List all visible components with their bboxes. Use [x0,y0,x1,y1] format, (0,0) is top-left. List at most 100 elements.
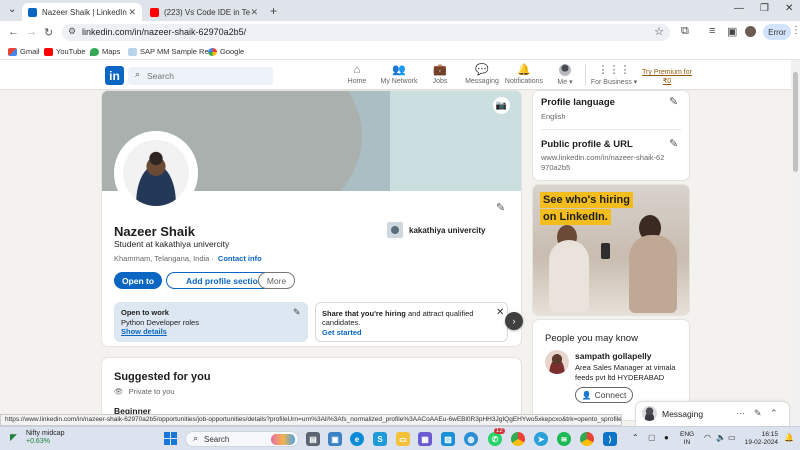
close-window-icon[interactable]: ✕ [785,3,793,14]
linkedin-logo-icon[interactable]: in [105,66,124,85]
nav-label: Home [347,78,367,85]
bookmark-maps[interactable]: Maps [90,47,120,56]
photos-icon[interactable]: ▨ [441,432,455,446]
bookmark-sap[interactable]: SAP MM Sample Re... [128,47,215,56]
scrollbar-thumb[interactable] [793,72,798,172]
ad-banner[interactable]: See who's hiring on LinkedIn. [533,185,689,315]
profile-error-button[interactable]: Error [763,24,791,40]
whatsapp-icon[interactable]: ✆ [488,432,502,446]
bookmark-star-icon[interactable]: ☆ [654,25,664,38]
university-logo-icon [387,222,403,238]
minimize-icon[interactable]: — [734,3,744,14]
bookmarks-bar: Gmail YouTube Maps SAP MM Sample Re... G… [0,44,800,60]
vscode-icon[interactable]: ⟩ [603,432,617,446]
skype-icon[interactable]: S [373,432,387,446]
notification-bell-icon[interactable]: 🔔 [784,433,794,442]
close-tab-icon[interactable]: ✕ [250,7,258,18]
edge-icon[interactable]: e [350,432,364,446]
person-name[interactable]: sampath gollapelly [575,351,652,361]
education-link[interactable]: kakathiya univercity [387,222,485,238]
nav-jobs[interactable]: 💼 Jobs [416,64,464,85]
profile-photo-image [123,140,189,206]
profile-avatar[interactable] [745,26,756,37]
store-icon[interactable]: ▦ [418,432,432,446]
chevron-up-icon[interactable]: ⌃ [770,408,778,419]
omnibox[interactable]: ⚙ linkedin.com/in/nazeer-shaik-62970a2b5… [62,24,670,41]
messaging-overlay[interactable]: Messaging ⋯ ✎ ⌃ [636,402,789,426]
add-person-icon: 👤 [581,390,592,400]
nav-for-business[interactable]: ⋮⋮⋮ For Business ▾ [590,64,638,86]
task-view-icon[interactable]: ▤ [306,432,320,446]
contact-info-link[interactable]: Contact info [218,254,262,263]
profile-photo[interactable] [114,131,198,215]
volume-icon[interactable]: 🔈 [716,433,726,442]
connect-button[interactable]: 👤 Connect [575,387,633,403]
tab-youtube[interactable]: (223) Vs Code IDE in Telugu - Y ✕ [144,3,264,21]
edit-pencil-icon[interactable]: ✎ [293,307,301,318]
camera-icon[interactable]: ● [664,433,669,442]
reload-icon[interactable]: ↻ [44,26,53,39]
open-to-work-roles: Python Developer roles [121,318,199,327]
bookmark-youtube[interactable]: YouTube [44,47,85,56]
avatar [559,64,571,76]
tab-linkedin[interactable]: Nazeer Shaik | LinkedIn ✕ [22,3,142,21]
search-input[interactable] [147,69,267,83]
address-bar-row: ← → ↻ ⚙ linkedin.com/in/nazeer-shaik-629… [0,21,800,44]
nav-me[interactable]: Me ▾ [541,64,589,86]
more-options-icon[interactable]: ⋯ [736,408,745,419]
search-box[interactable]: ⌕ [128,67,273,85]
chat-app-icon[interactable]: ▣ [328,432,342,446]
try-premium-link[interactable]: Try Premium for ₹0 [641,68,693,86]
bookmark-google[interactable]: Google [208,47,244,56]
extensions-icon[interactable]: ⧉ [681,25,689,38]
windows-start-pane [171,439,177,445]
edit-language-pencil-icon[interactable]: ✎ [669,95,678,108]
get-started-link[interactable]: Get started [322,328,362,337]
open-to-button[interactable]: Open to [114,272,162,289]
new-tab-button[interactable]: + [270,4,277,18]
profile-settings-card: Profile language ✎ English Public profil… [533,91,689,180]
browser-menu-icon[interactable]: ⋮ [791,25,800,36]
search-highlight-image [271,434,295,445]
wifi-icon[interactable]: ◠ [704,433,711,442]
restore-icon[interactable]: ❐ [760,3,769,14]
lang-code: ENG [680,431,695,438]
browser-tab-bar: Nazeer Shaik | LinkedIn ✕ (223) Vs Code … [0,0,800,21]
tab-search-icon[interactable]: ⌄ [8,4,16,15]
show-hidden-icons-chevron-icon[interactable]: ⌃ [632,433,639,442]
battery-icon[interactable]: ▭ [728,433,736,442]
telegram-icon[interactable]: ➤ [534,432,548,446]
back-icon[interactable]: ← [8,26,19,38]
page-scrollbar[interactable] [791,60,800,426]
chrome-active-icon[interactable] [580,432,594,446]
dismiss-close-icon[interactable]: ✕ [496,307,504,318]
suggested-card: Suggested for you 👁 Private to you Begin… [102,358,521,418]
camera-icon[interactable]: 📷 [493,97,510,114]
chrome-icon[interactable] [511,432,525,446]
carousel-next-chevron-icon[interactable]: › [505,312,523,330]
windows-start-icon[interactable] [164,432,177,445]
show-details-link[interactable]: Show details [121,327,167,336]
widgets-button[interactable]: ◤ Nifty midcap +0.63% [10,430,65,446]
forward-icon[interactable]: → [26,26,37,38]
site-info-icon[interactable]: ⚙ [68,26,76,37]
nav-messaging[interactable]: 💬 Messaging [458,64,506,85]
close-tab-icon[interactable]: ✕ [128,7,136,18]
edit-url-pencil-icon[interactable]: ✎ [669,137,678,150]
edit-intro-pencil-icon[interactable]: ✎ [496,201,505,214]
open-to-work-card[interactable]: Open to work Python Developer roles Show… [114,302,308,342]
avatar[interactable] [545,350,569,374]
taskbar-search[interactable]: ⌕ Search [185,431,299,447]
spotify-icon[interactable]: ≋ [557,432,571,446]
language-indicator[interactable]: ENG IN [680,431,694,447]
bookmark-gmail[interactable]: Gmail [8,47,40,56]
file-explorer-icon[interactable]: ▭ [396,432,410,446]
nav-home[interactable]: ⌂ Home [333,64,381,85]
more-button[interactable]: More [258,272,295,289]
location-icon[interactable]: ▢ [648,433,656,442]
system-clock[interactable]: 16:15 19-02-2024 [742,431,778,447]
media-icon[interactable]: ≡ [709,25,715,37]
app-icon[interactable]: ◍ [464,432,478,446]
compose-icon[interactable]: ✎ [754,408,762,419]
sidepanel-icon[interactable]: ▣ [727,25,737,38]
